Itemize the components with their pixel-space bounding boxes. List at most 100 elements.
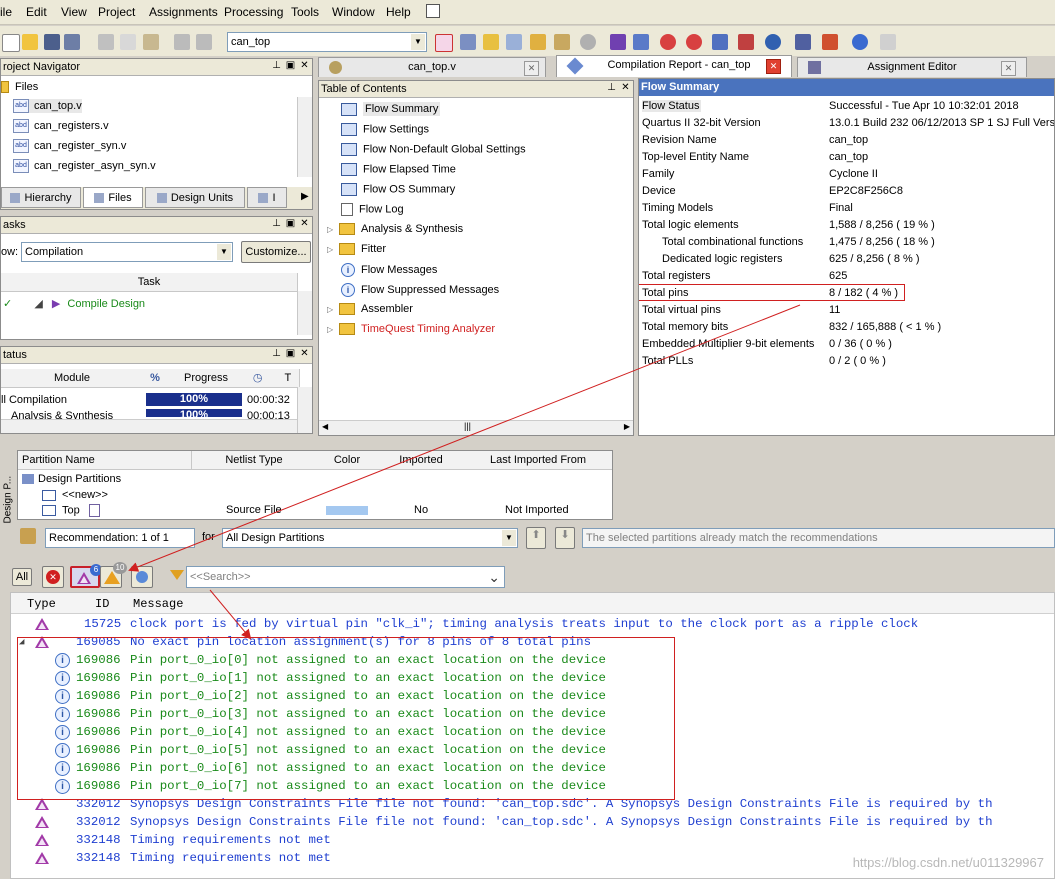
toc-item[interactable]: i Flow Messages xyxy=(327,263,437,277)
pencil-icon[interactable] xyxy=(483,34,499,50)
menu-item[interactable]: Assignments xyxy=(149,5,218,19)
design-icon[interactable] xyxy=(554,34,570,50)
scroll-left-icon[interactable]: ◀ xyxy=(322,422,328,431)
col-id[interactable]: ID xyxy=(95,597,109,611)
menu-item[interactable]: Help xyxy=(386,5,411,19)
partition-col-header[interactable]: Color xyxy=(316,451,379,470)
message-row[interactable]: 15725 clock port is fed by virtual pin "c… xyxy=(11,615,1054,633)
navigator-tab-i[interactable]: I xyxy=(247,187,287,208)
partition-row[interactable]: <<new>> xyxy=(42,489,108,501)
warning-filter-button[interactable]: 6 xyxy=(70,564,102,588)
close-icon[interactable]: ✕ xyxy=(524,61,539,76)
partition-col-header[interactable]: Last Imported From xyxy=(464,451,612,470)
status-col-time[interactable]: ◷ T xyxy=(245,369,300,388)
status-hscrollbar[interactable] xyxy=(1,419,299,433)
error-filter-button[interactable]: ✕ xyxy=(42,566,64,588)
tasks-scrollbar[interactable] xyxy=(297,291,312,335)
partition-wizard-icon[interactable] xyxy=(20,528,36,544)
all-messages-button[interactable]: All xyxy=(12,568,32,586)
netlist-icon[interactable] xyxy=(712,34,728,50)
close-icon[interactable]: ✕ xyxy=(299,348,310,359)
redo-icon[interactable] xyxy=(196,34,212,50)
col-type[interactable]: Type xyxy=(27,597,56,611)
pin-icon[interactable]: ⊥ xyxy=(271,60,282,71)
toc-item[interactable]: Flow Settings xyxy=(327,123,429,136)
comment-icon[interactable] xyxy=(426,4,440,18)
task-column-header[interactable]: Task xyxy=(1,273,298,292)
stop-icon[interactable] xyxy=(580,34,596,50)
message-row[interactable]: 332148 Timing requirements not met xyxy=(11,831,1054,849)
expand-icon[interactable]: ▷ xyxy=(327,245,335,254)
status-col-module[interactable]: Module xyxy=(1,369,144,388)
paste-icon[interactable] xyxy=(143,34,159,50)
timer-icon[interactable] xyxy=(660,34,676,50)
rtl-viewer-icon[interactable] xyxy=(738,34,754,50)
float-icon[interactable]: ▣ xyxy=(285,60,296,71)
task-row-compile-design[interactable]: ✓ ◢ ▶ Compile Design xyxy=(3,297,145,310)
chip-planner-icon[interactable] xyxy=(435,34,453,52)
expand-icon[interactable]: ▷ xyxy=(327,225,335,234)
hierarchy-icon[interactable] xyxy=(822,34,838,50)
undo-icon[interactable] xyxy=(174,34,190,50)
close-icon[interactable]: ✕ xyxy=(299,218,310,229)
toc-item[interactable]: ▷ Analysis & Synthesis xyxy=(327,223,463,236)
pin-icon[interactable]: ⊥ xyxy=(271,218,282,229)
start-compilation-icon[interactable] xyxy=(610,34,626,50)
cut-icon[interactable] xyxy=(98,34,114,50)
close-icon[interactable]: ✕ xyxy=(766,59,781,74)
menu-item[interactable]: Project xyxy=(98,5,135,19)
tab-scroll-right-icon[interactable]: ▶ xyxy=(301,191,309,202)
navigator-tab-files[interactable]: Files xyxy=(83,187,143,208)
status-col-progress[interactable]: Progress xyxy=(167,369,246,388)
float-icon[interactable]: ▣ xyxy=(285,218,296,229)
open-folder-icon[interactable] xyxy=(22,34,38,50)
scroll-right-icon[interactable]: ▶ xyxy=(624,422,630,431)
file-item[interactable]: abd can_register_asyn_syn.v xyxy=(13,159,156,173)
programmer-icon[interactable] xyxy=(765,34,781,50)
message-row[interactable]: 332012 Synopsys Design Constraints File f… xyxy=(11,813,1054,831)
partition-row[interactable]: Design Partitions xyxy=(22,473,121,485)
expand-icon[interactable]: ▷ xyxy=(327,325,335,334)
toc-item[interactable]: Flow Non-Default Global Settings xyxy=(327,143,526,156)
navigator-tab-design-units[interactable]: Design Units xyxy=(145,187,245,208)
menu-item[interactable]: Processing xyxy=(224,5,283,19)
status-col-percent[interactable]: % xyxy=(143,369,168,388)
entity-select[interactable]: can_top ▼ xyxy=(227,32,427,52)
toc-item[interactable]: ▷ TimeQuest Timing Analyzer xyxy=(327,323,495,336)
menu-item[interactable]: ile xyxy=(0,5,12,19)
move-down-button[interactable]: ⬇ xyxy=(555,527,575,549)
copy-icon[interactable] xyxy=(120,34,136,50)
tab-file[interactable]: can_top.v ✕ xyxy=(318,57,546,77)
signaltap-icon[interactable] xyxy=(795,34,811,50)
info-filter-button[interactable] xyxy=(131,566,153,588)
customize-button[interactable]: Customize... xyxy=(241,241,311,263)
close-icon[interactable]: ✕ xyxy=(620,82,631,93)
status-scrollbar[interactable] xyxy=(297,387,312,433)
toc-item[interactable]: ▷ Assembler xyxy=(327,303,413,316)
menu-item[interactable]: Window xyxy=(332,5,375,19)
col-message[interactable]: Message xyxy=(133,597,183,611)
navigator-scrollbar[interactable] xyxy=(297,97,312,177)
analysis-icon[interactable] xyxy=(633,34,649,50)
save-icon[interactable] xyxy=(44,34,60,50)
menu-item[interactable]: Edit xyxy=(26,5,47,19)
menu-item[interactable]: Tools xyxy=(291,5,319,19)
toc-item[interactable]: Flow Log xyxy=(327,203,404,216)
toc-item[interactable]: i Flow Suppressed Messages xyxy=(327,283,499,297)
message-search-input[interactable]: <<Search>> ⌄ xyxy=(186,566,505,588)
critical-warning-filter-button[interactable]: 10 xyxy=(100,562,127,588)
flow-select[interactable]: Compilation ▼ xyxy=(21,242,233,262)
menu-item[interactable]: View xyxy=(61,5,87,19)
close-icon[interactable]: ✕ xyxy=(299,60,310,71)
partition-col-header[interactable]: Partition Name xyxy=(18,451,192,470)
files-folder[interactable]: Files xyxy=(1,81,38,94)
toc-item[interactable]: Flow OS Summary xyxy=(327,183,455,196)
file-item[interactable]: abd can_top.v xyxy=(13,99,82,113)
settings-icon[interactable] xyxy=(506,34,522,50)
file-item[interactable]: abd can_registers.v xyxy=(13,119,109,133)
expand-icon[interactable]: ▷ xyxy=(327,305,335,314)
toc-item[interactable]: ▷ Fitter xyxy=(327,243,386,256)
toc-item[interactable]: Flow Summary xyxy=(327,102,441,117)
partition-col-header[interactable]: Imported xyxy=(378,451,465,470)
tab-assignment-editor[interactable]: Assignment Editor ✕ xyxy=(797,57,1027,77)
